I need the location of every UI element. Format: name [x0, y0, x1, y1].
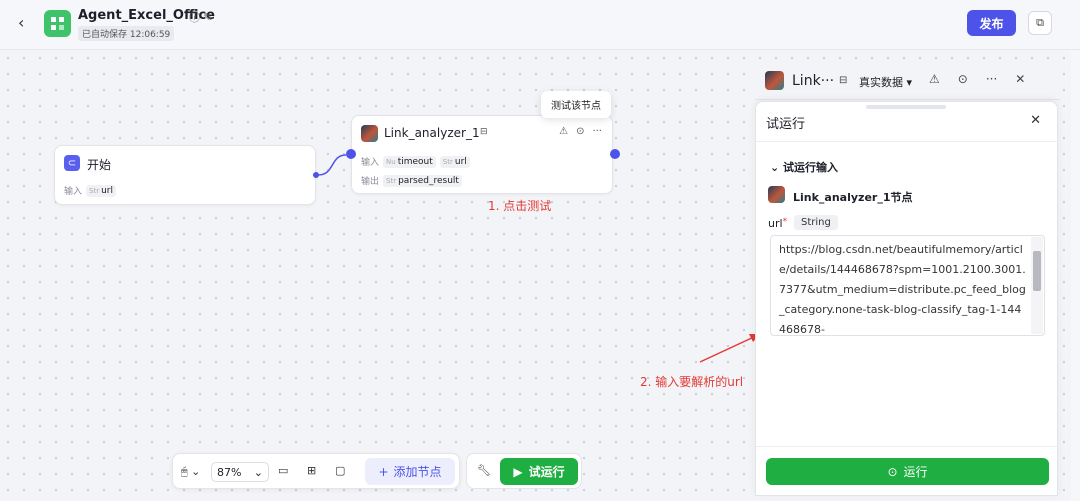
input-port[interactable]	[346, 149, 356, 159]
canvas-toolbar: 🖱︎ ⌄ 87% ⌄ ▭ ⊞ ▢ + 添加节点	[172, 453, 460, 489]
plugin-avatar	[361, 125, 378, 142]
input-chip-url: Str url	[439, 155, 470, 168]
test-run-panel: 试运行 ✕ ⌄ 试运行输入 Link_analyzer_1节点 url* Str…	[755, 101, 1059, 496]
plugin-avatar	[768, 186, 785, 203]
input-chip-timeout: Nu timeout	[383, 155, 436, 168]
run-label: 运行	[903, 465, 928, 479]
node-name: Link···	[792, 73, 835, 89]
data-mode-select[interactable]: 真实数据 ▾	[859, 74, 912, 90]
url-input[interactable]: https://blog.csdn.net/beautifulmemory/ar…	[770, 235, 1045, 336]
node-label: Link_analyzer_1节点	[793, 191, 913, 204]
mouse-icon[interactable]: 🖱︎ ⌄	[181, 465, 200, 479]
input-chip: Str url	[86, 184, 116, 197]
mute-icon[interactable]: ⚠	[559, 126, 568, 137]
test-run-label: 试运行	[528, 465, 565, 479]
minimap-icon[interactable]: ▢	[335, 464, 345, 477]
add-node-label: 添加节点	[393, 465, 442, 479]
section-toggle[interactable]: ⌄ 试运行输入	[770, 159, 838, 175]
close-icon[interactable]: ✕	[1030, 113, 1041, 128]
url-value: https://blog.csdn.net/beautifulmemory/ar…	[779, 243, 1026, 336]
more-icon[interactable]: ···	[986, 72, 997, 86]
comment-icon[interactable]: ▭	[278, 464, 288, 477]
node-actions: ⚠ ⊙ ···	[559, 126, 602, 137]
input-label: 输入	[361, 158, 380, 168]
start-node-title: 开始	[87, 158, 112, 172]
run-button[interactable]: ⊙ 运行	[766, 458, 1049, 485]
divider	[756, 141, 1059, 142]
close-icon[interactable]: ✕	[1015, 72, 1025, 86]
node-panel-header: Link··· ⊟ 真实数据 ▾ ⚠ ⊙ ··· ✕	[755, 62, 1060, 100]
play-circle-icon: ⊙	[887, 464, 898, 479]
panel-title: 试运行	[766, 117, 806, 132]
divider	[756, 446, 1059, 447]
annotation-click-test: 1. 点击测试	[488, 199, 552, 213]
run-toolbar: 🔧︎ ▶ 试运行	[466, 453, 582, 489]
link-node-input-row: 输入 Nu timeout Str url	[361, 155, 470, 168]
more-icon[interactable]: ···	[592, 126, 602, 137]
start-node[interactable]: ⊂ 开始 输入 Str url	[54, 145, 319, 205]
input-label: 输入	[64, 187, 83, 197]
zoom-value: 87%	[217, 465, 242, 479]
test-run-button[interactable]: ▶ 试运行	[500, 458, 578, 485]
output-label: 输出	[361, 177, 380, 187]
mute-icon[interactable]: ⚠	[929, 72, 940, 86]
link-node-title: Link_analyzer_1	[384, 126, 480, 140]
wrench-icon[interactable]: 🔧︎	[477, 464, 491, 477]
output-port[interactable]	[313, 172, 319, 178]
output-port-right[interactable]	[610, 149, 620, 159]
db-icon: ⊟	[480, 127, 488, 137]
start-icon: ⊂	[64, 155, 80, 171]
plus-icon: +	[378, 464, 389, 479]
output-chip: Str parsed_result	[383, 174, 462, 187]
play-icon[interactable]: ⊙	[576, 126, 584, 137]
link-analyzer-node[interactable]: Link_analyzer_1 ⊟ ⚠ ⊙ ··· 输入 Nu timeout S…	[351, 115, 613, 194]
add-node-button[interactable]: + 添加节点	[365, 458, 455, 485]
zoom-select[interactable]: 87% ⌄	[211, 462, 269, 482]
chevron-down-icon: ⌄	[253, 465, 263, 479]
play-icon: ▶	[513, 464, 523, 479]
db-icon: ⊟	[839, 75, 848, 86]
textarea-scrollbar[interactable]	[1031, 237, 1043, 334]
test-node-tooltip: 测试该节点	[541, 91, 611, 118]
drag-handle[interactable]	[866, 105, 946, 109]
header-actions: ⚠ ⊙ ··· ✕	[929, 72, 1025, 86]
type-badge: String	[794, 215, 838, 230]
annotation-input-url: 2. 输入要解析的url	[640, 375, 744, 389]
start-node-input-row: 输入 Str url	[64, 184, 116, 197]
link-node-output-row: 输出 Str parsed_result	[361, 174, 462, 187]
play-icon[interactable]: ⊙	[958, 72, 968, 86]
plugin-avatar	[765, 71, 784, 90]
url-field-label: url*	[768, 217, 788, 230]
grid-icon[interactable]: ⊞	[307, 464, 316, 477]
